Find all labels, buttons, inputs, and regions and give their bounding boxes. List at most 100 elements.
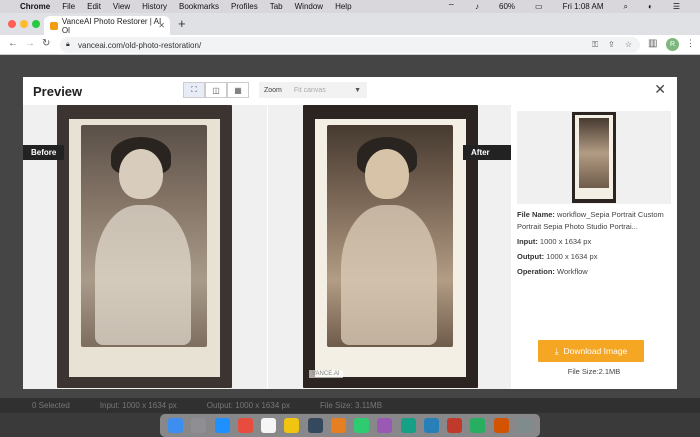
fit-view-button[interactable]: ⛶ <box>183 82 205 98</box>
app-name[interactable]: Chrome <box>20 2 50 11</box>
lock-icon[interactable]: 🔒︎ <box>66 41 70 49</box>
before-image <box>57 105 232 388</box>
safari-icon[interactable] <box>214 418 230 433</box>
app-store-icon[interactable] <box>423 418 439 433</box>
launchpad-icon[interactable] <box>191 418 207 433</box>
info-panel: File Name: workflow_Sepia Portrait Custo… <box>511 105 677 389</box>
forward-arrow-icon[interactable]: → <box>25 38 35 49</box>
minimize-window-button[interactable] <box>20 20 28 28</box>
thumbnail <box>517 111 671 204</box>
download-label: Download Image <box>563 346 628 356</box>
clock[interactable]: Fri 1:08 AM <box>563 2 604 11</box>
bottom-input-size: Input: 1000 x 1634 px <box>99 401 177 410</box>
output-value: 1000 x 1634 px <box>546 252 598 261</box>
operation-key: Operation: <box>517 267 555 276</box>
menu-help[interactable]: Help <box>335 2 351 11</box>
close-modal-button[interactable]: ✕ <box>654 81 666 98</box>
after-image: VANCE.AI <box>303 105 478 388</box>
music-icon[interactable] <box>447 418 463 433</box>
settings-icon[interactable] <box>307 418 323 433</box>
menu-bookmarks[interactable]: Bookmarks <box>179 2 219 11</box>
finder-icon[interactable] <box>168 418 184 433</box>
url-text[interactable]: vanceai.com/old-photo-restoration/ <box>78 41 201 50</box>
before-after-compare[interactable]: VANCE.AI Before After <box>23 105 511 389</box>
preview-modal: Preview ⛶ ◫ ▦ Zoom Fit canvas ▼ ✕ VANCE.… <box>23 77 677 389</box>
zoom-label: Zoom <box>264 86 282 94</box>
address-bar[interactable]: 🔒︎ vanceai.com/old-photo-restoration/ ⚿ … <box>60 37 640 53</box>
menu-edit[interactable]: Edit <box>87 2 101 11</box>
preview-app-icon[interactable] <box>493 418 509 433</box>
share-icon[interactable]: ⇪ <box>608 40 615 50</box>
photo-card <box>315 119 466 377</box>
back-arrow-icon[interactable]: ← <box>8 38 18 49</box>
bottom-file-size: File Size: 3.11MB <box>319 401 383 410</box>
zoom-select[interactable]: Zoom Fit canvas ▼ <box>259 82 367 98</box>
thumbnail-card <box>575 115 613 199</box>
operation-row: Operation: Workflow <box>517 266 675 278</box>
mac-dock <box>160 414 540 437</box>
chrome-menu-icon[interactable]: ⋮ <box>686 38 695 49</box>
selected-count: 0 Selected <box>32 401 70 410</box>
menu-file[interactable]: File <box>62 2 75 11</box>
bottom-output-size: Output: 1000 x 1634 px <box>206 401 290 410</box>
chevron-down-icon: ▼ <box>354 86 361 94</box>
photo-print <box>327 125 453 347</box>
fit-icon: ⛶ <box>191 85 197 94</box>
close-window-button[interactable] <box>8 20 16 28</box>
menu-profiles[interactable]: Profiles <box>231 2 258 11</box>
volume-icon[interactable]: ♪ <box>475 2 479 11</box>
output-file-size: File Size:2.1MB <box>567 367 621 376</box>
before-label: Before <box>23 145 65 160</box>
battery-icon[interactable]: ▭ <box>535 2 543 11</box>
page-bottom-bar: 0 Selected Input: 1000 x 1634 px Output:… <box>0 398 700 413</box>
photos-icon[interactable] <box>330 418 346 433</box>
download-image-button[interactable]: ⤓ Download Image <box>538 340 644 362</box>
menu-tab[interactable]: Tab <box>270 2 283 11</box>
photo-card <box>69 119 220 377</box>
bookmark-star-icon[interactable]: ☆ <box>625 40 632 50</box>
output-row: Output: 1000 x 1634 px <box>517 251 675 263</box>
calendar-icon[interactable] <box>261 418 277 433</box>
notes-icon[interactable] <box>284 418 300 433</box>
sidebar-toggle-icon[interactable]: ▥ <box>648 38 657 49</box>
grid-view-button[interactable]: ▦ <box>227 82 249 98</box>
compare-divider-handle[interactable] <box>267 105 268 389</box>
output-key: Output: <box>517 252 545 261</box>
zoom-window-button[interactable] <box>32 20 40 28</box>
chrome-tabbar: VanceAI Photo Restorer | AI Ol ✕ + <box>0 13 700 35</box>
word-icon[interactable] <box>377 418 393 433</box>
menu-window[interactable]: Window <box>295 2 323 11</box>
modal-title: Preview <box>33 84 83 99</box>
split-icon: ◫ <box>212 85 220 95</box>
menu-list-icon[interactable]: ☰ <box>673 2 680 11</box>
file-name-key: File Name: <box>517 210 555 219</box>
new-tab-button[interactable]: + <box>178 16 186 31</box>
photo-face <box>365 149 409 199</box>
chrome-toolbar: ← → ↻ 🔒︎ vanceai.com/old-photo-restorati… <box>0 35 700 55</box>
messages-icon[interactable] <box>400 418 416 433</box>
zoom-value[interactable]: Fit canvas <box>294 87 326 94</box>
control-center-icon[interactable]: ◐ <box>648 2 653 11</box>
input-key: Input: <box>517 237 538 246</box>
grid-icon: ▦ <box>234 85 242 95</box>
reload-icon[interactable]: ↻ <box>42 38 50 49</box>
battery-percent[interactable]: 60% <box>499 2 515 11</box>
key-icon[interactable]: ⚿ <box>592 40 598 50</box>
split-view-button[interactable]: ◫ <box>205 82 227 98</box>
input-value: 1000 x 1634 px <box>539 237 592 246</box>
menu-view[interactable]: View <box>113 2 130 11</box>
after-label: After <box>463 145 511 160</box>
trash-icon[interactable] <box>516 418 532 433</box>
excel-icon[interactable] <box>354 418 370 433</box>
close-tab-icon[interactable]: ✕ <box>158 21 165 30</box>
search-icon[interactable]: ⌕ <box>624 2 628 12</box>
chrome-icon[interactable] <box>237 418 253 433</box>
photo-body <box>95 205 191 345</box>
menu-history[interactable]: History <box>142 2 167 11</box>
file-name-row: File Name: workflow_Sepia Portrait Custo… <box>517 209 675 233</box>
photo-print <box>81 125 207 347</box>
profile-avatar[interactable]: R <box>666 38 679 51</box>
wifi-icon[interactable]: ⌔ <box>447 2 455 12</box>
android-icon[interactable] <box>470 418 486 433</box>
browser-tab[interactable]: VanceAI Photo Restorer | AI Ol ✕ <box>44 16 170 35</box>
